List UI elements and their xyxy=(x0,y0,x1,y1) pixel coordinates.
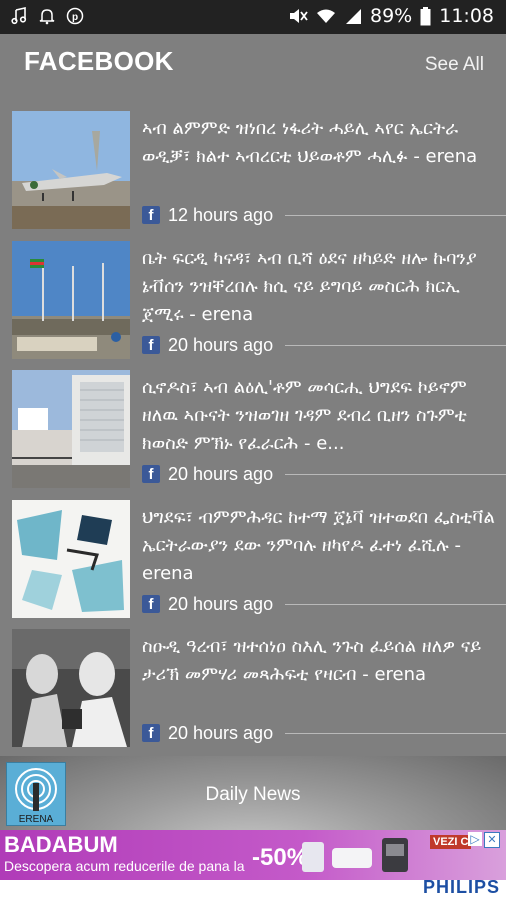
mute-icon xyxy=(290,9,308,23)
divider xyxy=(285,214,506,216)
ad-brand: BADABUM xyxy=(4,832,118,857)
news-item[interactable]: ኣብ ልምምድ ዝነበረ ነፋሪት ሓይሊ ኣየር ኤርትራ ወዲቓ፣ ክልተ … xyxy=(10,111,506,233)
logo-text: ERENA xyxy=(19,814,54,825)
news-item[interactable]: ህግደፍ፣ ብምምሕዳር ከተማ ጀኔቫ ዝተወደበ ፌስቲቫል ኤርትራውያን… xyxy=(10,500,506,622)
news-item[interactable]: ሲኖዶስ፣ ኣብ ልዕሊ'ቶም መሳርሒ ህግደፍ ኮይኖም ዘለዉ ኣቡናት … xyxy=(10,370,506,492)
news-title[interactable]: ህግደፍ፣ ብምምሕዳር ከተማ ጀኔቫ ዝተወደበ ፌስቲቫል ኤርትራውያን… xyxy=(142,504,502,588)
news-thumbnail[interactable] xyxy=(12,370,130,488)
svg-text:p: p xyxy=(72,12,78,23)
ad-sponsor: PHILIPS xyxy=(422,877,500,897)
pinterest-icon: p xyxy=(66,7,84,25)
battery-icon xyxy=(420,6,431,25)
status-bar: p 89% 11:08 xyxy=(0,0,506,34)
news-title[interactable]: ኣብ ልምምድ ዝነበረ ነፋሪት ሓይሊ ኣየር ኤርትራ ወዲቓ፣ ክልተ … xyxy=(142,115,502,171)
ad-subtitle: Descopera acum reducerile de pana la xyxy=(4,858,245,874)
news-title[interactable]: ሲኖዶስ፣ ኣብ ልዕሊ'ቶም መሳርሒ ህግደፍ ኮይኖም ዘለዉ ኣቡናት … xyxy=(142,374,502,458)
divider xyxy=(285,473,506,475)
section-title: FACEBOOK xyxy=(24,46,174,76)
facebook-feed: FACEBOOK See All ኣብ ልምምድ ዝነበረ ነፋሪት ሓይሊ ኣ… xyxy=(0,34,506,756)
news-title[interactable]: ቤት ፍርዲ ካናዳ፣ ኣብ ቢሻ ዕደና ዘካይድ ዘሎ ኩባንያ ኔቭሰን … xyxy=(142,245,502,329)
ad-tag: VEZI C xyxy=(430,835,472,849)
facebook-icon: f xyxy=(142,206,160,224)
news-meta: f 20 hours ago xyxy=(142,333,506,357)
news-item[interactable]: ስዑዲ ዓረብ፣ ዝተሰነዐ ስእሊ ንጉስ ፈይሰል ዘለዎ ናይ ታሪኽ መ… xyxy=(10,629,506,751)
ad-banner[interactable]: BADABUM Descopera acum reducerile de pan… xyxy=(0,830,506,900)
daily-news-button[interactable]: Daily News xyxy=(0,784,506,806)
bottom-bar: ERENA Daily News xyxy=(0,756,506,830)
ad-info-icon[interactable]: ▷ xyxy=(468,832,482,846)
news-time: 20 hours ago xyxy=(168,463,274,484)
news-time: 20 hours ago xyxy=(168,334,274,355)
news-meta: f 20 hours ago xyxy=(142,592,506,616)
news-title[interactable]: ስዑዲ ዓረብ፣ ዝተሰነዐ ስእሊ ንጉስ ፈይሰል ዘለዎ ናይ ታሪኽ መ… xyxy=(142,633,502,689)
news-item[interactable]: ቤት ፍርዲ ካናዳ፣ ኣብ ቢሻ ዕደና ዘካይድ ዘሎ ኩባንያ ኔቭሰን … xyxy=(10,241,506,363)
divider xyxy=(285,603,506,605)
news-meta: f 20 hours ago xyxy=(142,721,506,745)
facebook-icon: f xyxy=(142,336,160,354)
clock: 11:08 xyxy=(439,5,494,27)
news-thumbnail[interactable] xyxy=(12,629,130,747)
news-meta: f 12 hours ago xyxy=(142,203,506,227)
divider xyxy=(285,344,506,346)
music-note-icon xyxy=(11,7,27,25)
facebook-icon: f xyxy=(142,724,160,742)
signal-icon xyxy=(346,9,361,24)
news-time: 20 hours ago xyxy=(168,593,274,614)
divider xyxy=(285,732,506,734)
facebook-icon: f xyxy=(142,595,160,613)
ad-close-icon[interactable]: ✕ xyxy=(484,832,500,848)
news-thumbnail[interactable] xyxy=(12,241,130,359)
see-all-button[interactable]: See All xyxy=(425,54,484,76)
news-meta: f 20 hours ago xyxy=(142,462,506,486)
news-thumbnail[interactable] xyxy=(12,111,130,229)
wifi-icon xyxy=(317,9,335,23)
bell-icon xyxy=(39,9,55,25)
ad-products-image xyxy=(302,838,408,872)
battery-percent: 89% xyxy=(370,5,413,27)
news-time: 12 hours ago xyxy=(168,204,274,225)
news-time: 20 hours ago xyxy=(168,722,274,743)
news-thumbnail[interactable] xyxy=(12,500,130,618)
facebook-icon: f xyxy=(142,465,160,483)
